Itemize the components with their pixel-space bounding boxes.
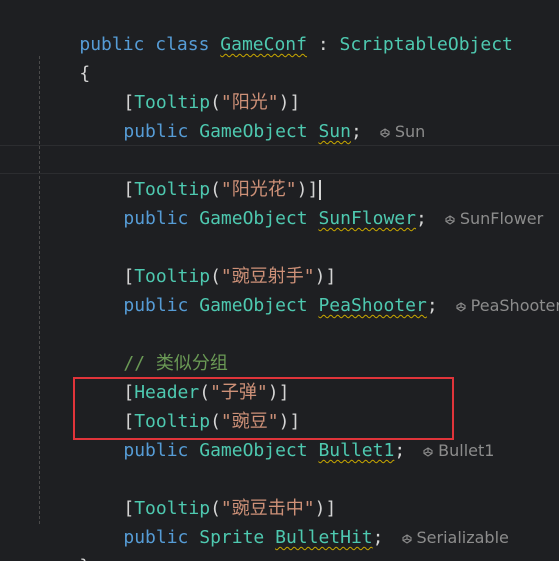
field-name[interactable]: SunFlower: [318, 208, 416, 229]
unity-icon: [401, 534, 412, 544]
field-declaration-line[interactable]: public GameObject PeaShooter; PeaShooter: [80, 262, 559, 316]
semicolon: ;: [394, 440, 406, 461]
unity-icon: [423, 447, 433, 457]
field-declaration-line[interactable]: public GameObject SunFlower; SunFlower: [80, 175, 543, 229]
keyword-public: public: [123, 440, 189, 461]
semicolon: ;: [416, 208, 427, 229]
field-type[interactable]: GameObject: [199, 440, 307, 461]
header-attribute-line[interactable]: [Header("子弹")]: [80, 349, 289, 403]
tooltip-attribute-line[interactable]: [Tooltip("豌豆射手")]: [80, 233, 336, 287]
class-declaration-line[interactable]: public class GameConf : ScriptableObject: [36, 1, 513, 55]
field-type[interactable]: GameObject: [199, 295, 307, 316]
comment-line[interactable]: // 类似分组: [80, 320, 228, 374]
highlight-annotation-box: [73, 377, 454, 440]
base-class-name[interactable]: ScriptableObject: [340, 34, 513, 55]
class-name[interactable]: GameConf: [220, 34, 307, 55]
tooltip-attribute-line[interactable]: [Tooltip("阳光")]: [80, 59, 300, 113]
field-name[interactable]: Bullet1: [318, 440, 394, 461]
hint-label: Serializable: [416, 528, 509, 547]
hint-label: SunFlower: [459, 209, 544, 228]
keyword-public: public: [123, 208, 189, 229]
hint-label: Sun: [394, 122, 426, 141]
hint-label: Bullet1: [438, 441, 495, 460]
field-name[interactable]: BulletHit: [275, 527, 373, 548]
field-declaration-line[interactable]: public Sprite BulletHit; Serializable: [80, 494, 509, 548]
keyword-public: public: [123, 295, 189, 316]
unity-icon: [456, 302, 466, 312]
tooltip-attribute-line[interactable]: [Tooltip("阳光花")]: [80, 146, 322, 200]
tooltip-attribute-line[interactable]: [Tooltip("豌豆击中")]: [80, 465, 336, 519]
semicolon: ;: [372, 527, 384, 548]
field-name[interactable]: Sun: [318, 121, 351, 142]
field-type[interactable]: GameObject: [199, 121, 307, 142]
field-declaration-line[interactable]: public GameObject Sun; Sun: [80, 88, 425, 142]
open-brace-line[interactable]: {: [36, 30, 90, 84]
unity-serialized-hint[interactable]: SunFlower: [445, 209, 543, 228]
close-brace-line[interactable]: }: [36, 523, 90, 561]
unity-serialized-hint[interactable]: Serializable: [401, 528, 509, 547]
unity-serialized-hint[interactable]: PeaShooter: [456, 296, 559, 315]
code-editor[interactable]: public class GameConf : ScriptableObject…: [0, 0, 559, 561]
indent-guide: [39, 56, 40, 524]
field-name[interactable]: PeaShooter: [318, 295, 426, 316]
unity-icon: [380, 128, 390, 138]
colon: :: [317, 34, 329, 55]
field-type[interactable]: GameObject: [199, 208, 307, 229]
semicolon: ;: [426, 295, 438, 316]
keyword-class: class: [155, 34, 210, 55]
field-type[interactable]: Sprite: [199, 527, 264, 548]
keyword-public: public: [123, 527, 189, 548]
unity-serialized-hint[interactable]: Bullet1: [423, 441, 494, 460]
hint-label: PeaShooter: [470, 296, 559, 315]
keyword-public: public: [123, 121, 189, 142]
unity-icon: [445, 215, 455, 225]
unity-serialized-hint[interactable]: Sun: [380, 122, 425, 141]
close-brace: }: [79, 556, 90, 561]
semicolon: ;: [350, 121, 362, 142]
